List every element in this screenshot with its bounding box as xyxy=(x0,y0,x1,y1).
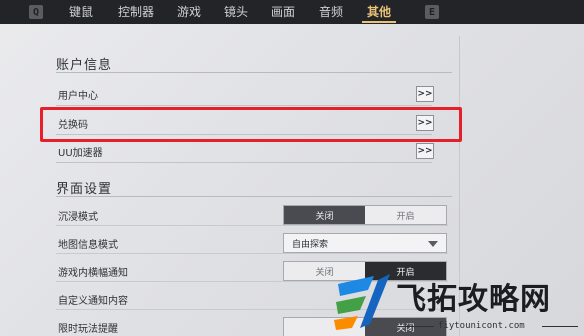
tab-camera[interactable]: 镜头 xyxy=(224,0,248,24)
immersive-mode-label: 沉浸模式 xyxy=(58,212,98,223)
site-watermark: 飞拓攻略网 fiytounicont.com xyxy=(326,268,584,336)
site-logo-icon xyxy=(334,274,390,330)
prev-tab-key-hint: Q xyxy=(29,5,43,19)
immersive-on-option[interactable]: 开启 xyxy=(365,206,446,224)
tab-keyboard-mouse[interactable]: 键鼠 xyxy=(69,0,93,24)
user-center-label: 用户中心 xyxy=(58,91,98,102)
immersive-off-option[interactable]: 关闭 xyxy=(284,206,365,224)
tab-game[interactable]: 游戏 xyxy=(177,0,201,24)
section-title-account: 账户信息 xyxy=(56,58,113,73)
chevron-down-icon xyxy=(428,241,438,247)
limited-time-reminder-label: 限时玩法提醒 xyxy=(58,324,118,335)
uu-accelerator-label: UU加速器 xyxy=(58,148,103,159)
user-center-arrow-button[interactable]: >> xyxy=(416,86,434,102)
map-info-mode-row: 地图信息模式 自由探索 xyxy=(56,232,448,254)
watermark-divider xyxy=(398,326,434,327)
map-info-mode-select[interactable]: 自由探索 xyxy=(283,233,447,253)
user-center-row[interactable]: 用户中心 >> xyxy=(56,84,434,106)
uu-accelerator-row[interactable]: UU加速器 >> xyxy=(56,141,434,163)
section-title-interface: 界面设置 xyxy=(56,182,113,197)
banner-notification-label: 游戏内横幅通知 xyxy=(58,268,128,279)
settings-tab-bar: Q 键鼠 控制器 游戏 镜头 画面 音频 其他 E xyxy=(0,0,584,24)
active-tab-indicator xyxy=(362,21,396,23)
custom-notice-label: 自定义通知内容 xyxy=(58,296,128,307)
next-tab-key-hint: E xyxy=(425,5,439,19)
map-info-mode-label: 地图信息模式 xyxy=(58,240,118,251)
immersive-mode-row: 沉浸模式 关闭 开启 xyxy=(56,204,448,226)
redeem-code-highlight xyxy=(40,107,462,142)
immersive-mode-toggle[interactable]: 关闭 开启 xyxy=(283,205,447,225)
tab-graphics[interactable]: 画面 xyxy=(271,0,295,24)
watermark-url: fiytounicont.com xyxy=(438,321,525,331)
map-info-mode-value: 自由探索 xyxy=(292,239,329,250)
watermark-text: 飞拓攻略网 xyxy=(396,282,551,317)
section-divider xyxy=(56,196,452,197)
uu-accelerator-arrow-button[interactable]: >> xyxy=(416,143,434,159)
tab-controller[interactable]: 控制器 xyxy=(118,0,154,24)
watermark-divider xyxy=(542,326,578,327)
tab-audio[interactable]: 音频 xyxy=(319,0,343,24)
section-divider xyxy=(56,72,452,73)
